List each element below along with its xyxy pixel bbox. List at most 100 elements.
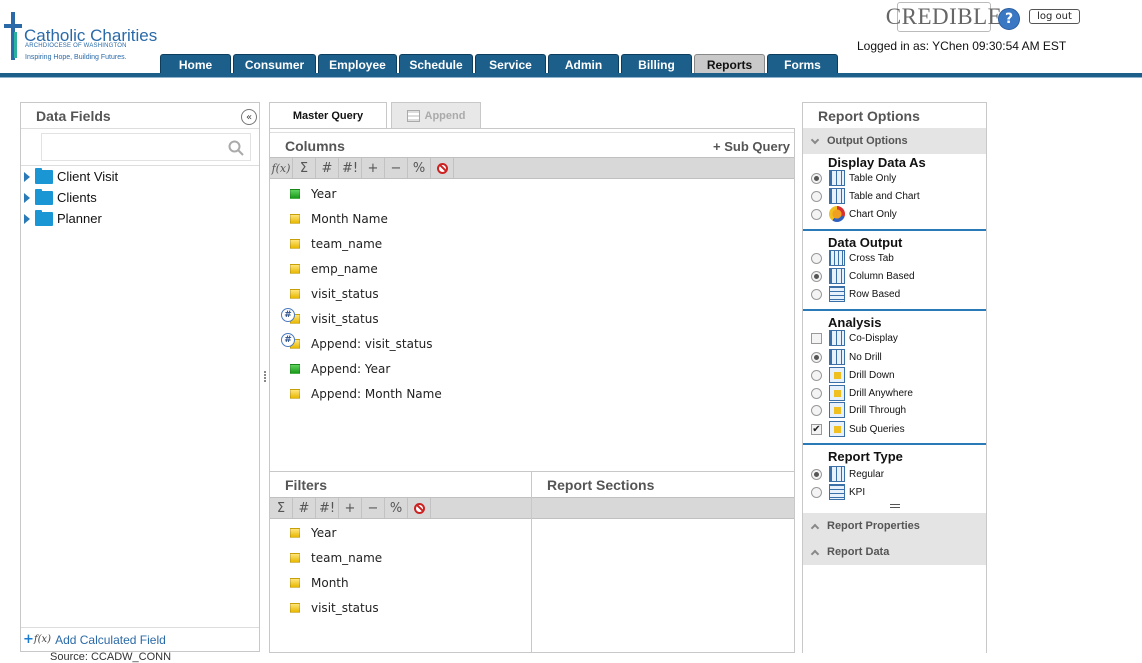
function-icon: f(x) (33, 634, 52, 645)
report-type-group: Report Type Regular KPI (803, 449, 986, 511)
radio-button[interactable] (811, 270, 822, 282)
radio-button[interactable] (811, 468, 822, 480)
report-data-header[interactable]: Report Data (803, 539, 986, 565)
radio-button[interactable] (811, 190, 822, 202)
option-chart-only[interactable]: Chart Only (803, 205, 986, 223)
column-item[interactable]: emp_name (270, 256, 794, 281)
count-icon[interactable]: # (293, 498, 316, 518)
radio-button[interactable] (811, 404, 822, 416)
option-no-drill[interactable]: No Drill (803, 348, 986, 366)
clear-icon[interactable] (408, 498, 431, 518)
nav-tab-service[interactable]: Service (475, 54, 546, 74)
report-properties-header[interactable]: Report Properties (803, 513, 986, 539)
count-distinct-icon[interactable]: #! (316, 498, 339, 518)
add-icon[interactable]: + (362, 158, 385, 178)
report-options-panel: Report Options Output Options Display Da… (802, 102, 987, 653)
catholic-charities-logo[interactable]: Catholic Charities ARCHDIOCESE OF WASHIN… (0, 6, 160, 66)
column-item[interactable]: Append: Year (270, 356, 794, 381)
radio-button[interactable] (811, 369, 822, 381)
panel-splitter-handle[interactable] (263, 370, 267, 384)
data-fields-search-input[interactable] (42, 134, 222, 160)
column-item[interactable]: Month Name (270, 206, 794, 231)
filter-item[interactable]: Year (270, 520, 530, 545)
folder-icon (35, 188, 53, 205)
add-calculated-field-label: Add Calculated Field (55, 632, 166, 647)
option-table-only[interactable]: Table Only (803, 169, 986, 187)
option-cross-tab[interactable]: Cross Tab (803, 249, 986, 267)
radio-button[interactable] (811, 288, 822, 300)
percent-icon[interactable]: % (385, 498, 408, 518)
option-row-based[interactable]: Row Based (803, 285, 986, 303)
tree-item-client-visit[interactable]: Client Visit (21, 166, 259, 187)
data-fields-search (41, 133, 251, 161)
remove-icon[interactable]: − (385, 158, 408, 178)
clear-icon[interactable] (431, 158, 454, 178)
count-distinct-icon[interactable]: #! (339, 158, 362, 178)
sum-icon[interactable]: Σ (270, 498, 293, 518)
filters-list: Year team_name Month visit_status (270, 520, 530, 620)
filter-item[interactable]: Month (270, 570, 530, 595)
filters-toolbar-filler (440, 497, 531, 519)
no-drill-icon (829, 349, 845, 365)
expand-arrow-icon[interactable] (24, 213, 30, 224)
column-item[interactable]: # visit_status (270, 306, 794, 331)
nav-tab-forms[interactable]: Forms (767, 54, 838, 74)
remove-icon[interactable]: − (362, 498, 385, 518)
expand-arrow-icon[interactable] (24, 192, 30, 203)
radio-button[interactable] (811, 252, 822, 264)
sum-icon[interactable]: Σ (293, 158, 316, 178)
output-options-header[interactable]: Output Options (803, 128, 986, 154)
option-kpi[interactable]: KPI (803, 483, 986, 501)
tab-master-query[interactable]: Master Query (269, 102, 387, 128)
radio-button[interactable] (811, 351, 822, 363)
option-sub-queries[interactable]: ✔ Sub Queries (803, 420, 986, 438)
tree-item-clients[interactable]: Clients (21, 187, 259, 208)
nav-tab-home[interactable]: Home (160, 54, 231, 74)
column-item[interactable]: Year (270, 181, 794, 206)
checkbox-checked[interactable]: ✔ (811, 423, 822, 435)
help-icon[interactable]: ? (998, 8, 1020, 30)
column-item[interactable]: Append: Month Name (270, 381, 794, 406)
add-icon[interactable]: + (339, 498, 362, 518)
option-table-and-chart[interactable]: Table and Chart (803, 187, 986, 205)
option-co-display[interactable]: Co-Display (803, 329, 986, 347)
column-item[interactable]: team_name (270, 231, 794, 256)
radio-button[interactable] (811, 172, 822, 184)
option-regular[interactable]: Regular (803, 465, 986, 483)
regular-report-icon (829, 466, 845, 482)
radio-button[interactable] (811, 208, 822, 220)
tree-item-label: Client Visit (57, 169, 119, 184)
add-sub-query-button[interactable]: + Sub Query (713, 139, 790, 154)
search-icon[interactable] (228, 140, 244, 156)
nav-tab-schedule[interactable]: Schedule (399, 54, 473, 74)
option-drill-down[interactable]: Drill Down (803, 366, 986, 384)
chevron-down-icon (811, 137, 819, 145)
column-item[interactable]: # Append: visit_status (270, 331, 794, 356)
filter-item[interactable]: visit_status (270, 595, 530, 620)
nav-tab-employee[interactable]: Employee (318, 54, 397, 74)
filter-item[interactable]: team_name (270, 545, 530, 570)
column-item[interactable]: visit_status (270, 281, 794, 306)
grid-icon (829, 250, 845, 266)
percent-icon[interactable]: % (408, 158, 431, 178)
nav-tab-admin[interactable]: Admin (548, 54, 619, 74)
collapse-panel-icon[interactable]: « (241, 109, 257, 125)
option-column-based[interactable]: Column Based (803, 267, 986, 285)
count-icon[interactable]: # (316, 158, 339, 178)
logout-button[interactable]: log out (1029, 9, 1080, 24)
option-drill-anywhere[interactable]: Drill Anywhere (803, 384, 986, 402)
nav-tab-reports[interactable]: Reports (694, 54, 765, 74)
nav-tab-billing[interactable]: Billing (621, 54, 692, 74)
tab-append[interactable]: Append (391, 102, 481, 128)
expand-arrow-icon[interactable] (24, 171, 30, 182)
function-icon[interactable]: f(x) (270, 158, 293, 178)
data-output-group: Data Output Cross Tab Column Based Row B… (803, 235, 986, 311)
radio-button[interactable] (811, 486, 822, 498)
tree-item-planner[interactable]: Planner (21, 208, 259, 229)
option-drill-through[interactable]: Drill Through (803, 401, 986, 419)
resize-grip-icon[interactable] (890, 504, 900, 508)
nav-tab-consumer[interactable]: Consumer (233, 54, 316, 74)
add-calculated-field-button[interactable]: + f(x) Add Calculated Field (21, 627, 259, 651)
checkbox[interactable] (811, 332, 822, 344)
radio-button[interactable] (811, 387, 822, 399)
